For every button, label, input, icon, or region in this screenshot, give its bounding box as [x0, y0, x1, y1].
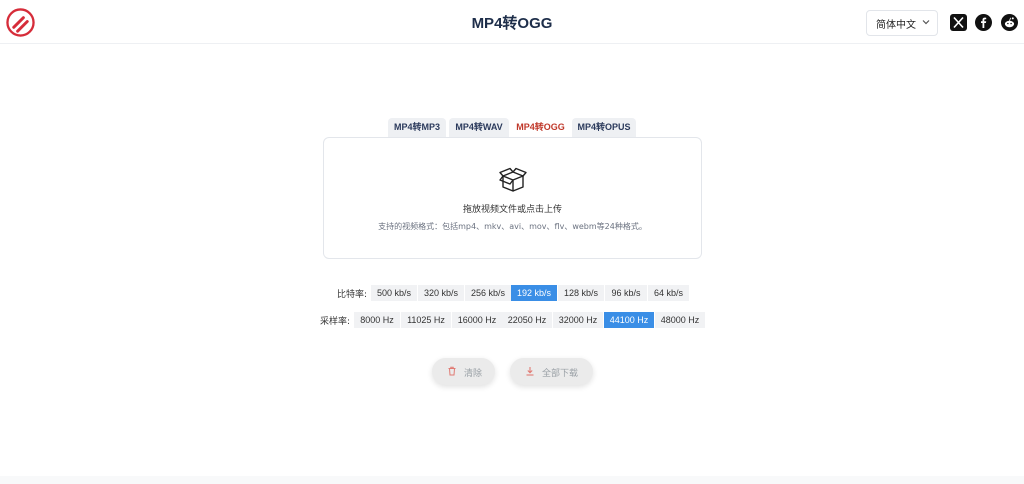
tab-mp4-to-wav[interactable]: MP4转WAV	[449, 118, 509, 137]
clear-button-label: 清除	[464, 369, 483, 379]
trash-icon	[448, 366, 456, 376]
samplerate-label: 采样率:	[320, 317, 351, 327]
samplerate-option[interactable]: 8000 Hz	[354, 312, 400, 328]
samplerate-option[interactable]: 16000 Hz	[452, 312, 502, 328]
footer-divider	[0, 476, 1024, 484]
samplerate-option-selected[interactable]: 44100 Hz	[604, 312, 654, 328]
bitrate-option[interactable]: 128 kb/s	[558, 285, 604, 301]
samplerate-option[interactable]: 22050 Hz	[502, 312, 552, 328]
download-icon	[526, 367, 534, 376]
chevron-down-icon	[922, 20, 930, 25]
file-drop-zone[interactable]: 拖放视频文件或点击上传 支持的视频格式：包括mp4、mkv、avi、mov、fl…	[323, 137, 702, 259]
samplerate-option[interactable]: 32000 Hz	[553, 312, 603, 328]
bitrate-option[interactable]: 64 kb/s	[648, 285, 689, 301]
language-select[interactable]: 简体中文	[866, 10, 938, 36]
samplerate-option[interactable]: 11025 Hz	[401, 312, 451, 328]
samplerate-row: 采样率: 8000 Hz 11025 Hz 16000 Hz 22050 Hz …	[320, 312, 705, 328]
bitrate-option[interactable]: 320 kb/s	[418, 285, 464, 301]
bitrate-option[interactable]: 96 kb/s	[605, 285, 647, 301]
facebook-share-button[interactable]	[975, 14, 992, 31]
download-all-button[interactable]: 全部下载	[510, 358, 593, 385]
tab-mp4-to-ogg[interactable]: MP4转OGG	[512, 118, 569, 137]
supported-formats-text: 支持的视频格式：包括mp4、mkv、avi、mov、flv、webm等24种格式…	[378, 222, 647, 231]
facebook-icon	[981, 17, 987, 28]
x-twitter-share-button[interactable]	[950, 14, 967, 31]
bitrate-option[interactable]: 256 kb/s	[465, 285, 511, 301]
bitrate-row: 比特率: 500 kb/s 320 kb/s 256 kb/s 192 kb/s…	[337, 285, 689, 301]
download-all-button-label: 全部下载	[542, 369, 579, 379]
open-box-upload-icon	[499, 167, 527, 192]
x-logo-icon	[953, 16, 964, 29]
clear-button[interactable]: 清除	[432, 358, 495, 385]
bitrate-option[interactable]: 500 kb/s	[371, 285, 417, 301]
drop-zone-title: 拖放视频文件或点击上传	[462, 205, 562, 215]
tab-mp4-to-mp3[interactable]: MP4转MP3	[388, 118, 446, 137]
top-bar: MP4转OGG 简体中文	[0, 0, 1024, 44]
reddit-share-button[interactable]	[1001, 14, 1018, 31]
bitrate-label: 比特率:	[337, 290, 368, 300]
bitrate-option-selected[interactable]: 192 kb/s	[511, 285, 557, 301]
language-select-value: 简体中文	[876, 20, 916, 31]
reddit-icon	[1004, 17, 1015, 28]
tab-mp4-to-opus[interactable]: MP4转OPUS	[572, 118, 636, 137]
samplerate-option[interactable]: 48000 Hz	[655, 312, 705, 328]
